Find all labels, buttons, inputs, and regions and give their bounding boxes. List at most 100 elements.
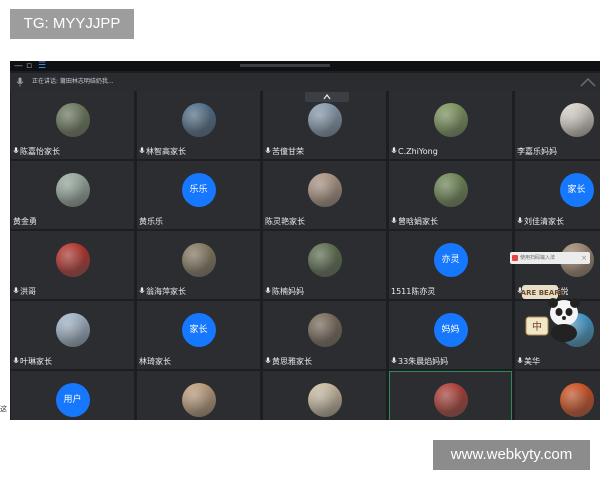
participant-name: 1511陈亦灵 [391,287,435,297]
avatar-photo [181,103,216,137]
menu-icon[interactable]: ☰ [38,61,46,71]
participant-name-text: 美华 [524,357,540,366]
participant-name-text: 林琦家长 [139,357,171,366]
participant-name: 黄思雅家长 [265,357,312,367]
avatar-photo [307,313,342,347]
participant-name: 黄乐乐 [139,217,163,227]
participant-tile[interactable]: 林智高家长 [137,91,260,159]
participant-tile[interactable] [389,371,512,420]
minimize-icon[interactable]: — [14,61,23,71]
avatar-photo [433,383,468,417]
participant-tile[interactable]: 翁海萍家长 [137,231,260,299]
participant-tile[interactable]: 亦灵 1511陈亦灵 [389,231,512,299]
avatar-photo [307,243,342,277]
microphone-icon [13,147,19,153]
participant-tile[interactable]: 用户 [11,371,134,420]
participant-name: 陈灵艳家长 [265,217,305,227]
input-method-popup[interactable]: 使用扫码输入法 × [510,252,590,264]
avatar-photo [307,103,342,137]
participant-name-text: 苦僮甘荣 [272,147,304,156]
microphone-icon [265,147,271,153]
microphone-icon [13,287,19,293]
participant-name: 黄金勇 [13,217,37,227]
avatar-photo [55,243,90,277]
participant-tile[interactable]: 陈嘉怡家长 [11,91,134,159]
avatar-photo [307,383,342,417]
avatar-photo [307,173,342,207]
website-watermark: www.webkyty.com [433,440,590,470]
speaking-text: 正在讲话: 莆田林志明结奶我... [32,78,114,85]
participant-name: 苦僮甘荣 [265,147,304,157]
microphone-icon [265,287,271,293]
participant-name-text: 1511陈亦灵 [391,287,436,296]
side-text: 这 [0,405,7,413]
participant-tile[interactable]: 陈灵艳家长 [263,161,386,229]
participant-name-text: 陈灵艳家长 [265,217,305,226]
restore-icon[interactable]: ▫ [26,61,32,71]
participant-tile[interactable]: 洪哥 [11,231,134,299]
participant-name-text: C.ZhiYong [398,147,438,156]
microphone-icon [391,357,397,363]
scroll-up-button[interactable] [305,92,349,102]
avatar-photo [55,173,90,207]
avatar: 妈妈 [433,313,468,347]
avatar-photo [55,103,90,137]
participant-name-text: 黄乐乐 [139,217,163,226]
avatar: 用户 [55,383,90,417]
avatar: 家长 [559,173,594,207]
participant-name: 曾晗娟家长 [391,217,438,227]
video-meeting-window: — ▫ ☰ 正在讲话: 莆田林志明结奶我... 陈嘉怡家长 林智高家长 苦僮甘荣 C.… [10,61,600,420]
speaking-indicator-bar: 正在讲话: 莆田林志明结奶我... [10,73,600,91]
participant-tile[interactable]: 曾晗娟家长 [389,161,512,229]
participant-tile[interactable] [263,371,386,420]
avatar-photo [559,103,594,137]
participant-tile[interactable]: 妈妈 33朱晨焰妈妈 [389,301,512,369]
microphone-icon [391,147,397,153]
participant-tile[interactable]: 黄思雅家长 [263,301,386,369]
participant-name-text: 洪哥 [20,287,36,296]
participant-name: 李嘉乐妈妈 [517,147,557,157]
microphone-icon [139,147,145,153]
participant-name: 翁海萍家长 [139,287,186,297]
microphone-icon [391,217,397,223]
participant-name-text: 林智高家长 [146,147,186,156]
participant-name: C.ZhiYong [391,147,438,157]
participant-name: 33朱晨焰妈妈 [391,357,448,367]
bear-sticker: BARE BEARS 中 [520,285,580,342]
participant-tile[interactable]: 叶琳家长 [11,301,134,369]
microphone-icon [13,357,19,363]
participant-tile[interactable]: 家长 林琦家长 [137,301,260,369]
avatar-photo [55,313,90,347]
avatar-photo [181,243,216,277]
avatar-photo [559,383,594,417]
participant-name: 刘佳清家长 [517,217,564,227]
microphone-icon [517,357,523,363]
participant-name-text: 叶琳家长 [20,357,52,366]
participant-name: 洪哥 [13,287,36,297]
participant-tile[interactable]: 李嘉乐妈妈 [515,91,600,159]
participant-tile[interactable]: 家长刘佳清家长 [515,161,600,229]
avatar-photo [433,103,468,137]
participant-name-text: 翁海萍家长 [146,287,186,296]
title-bar: — ▫ ☰ [10,61,600,71]
participant-name-text: 曾晗娟家长 [398,217,438,226]
participant-name-text: 黄思雅家长 [272,357,312,366]
participant-name: 林智高家长 [139,147,186,157]
microphone-icon [16,77,24,87]
participant-tile[interactable]: 乐乐黄乐乐 [137,161,260,229]
window-title-placeholder [240,64,330,67]
participant-tile[interactable]: C.ZhiYong [389,91,512,159]
participant-tile[interactable]: 陈楠妈妈 [263,231,386,299]
participant-name: 林琦家长 [139,357,171,367]
participant-name-text: 李嘉乐妈妈 [517,147,557,156]
participant-name: 美华 [517,357,540,367]
participant-tile[interactable]: 黄金勇 [11,161,134,229]
sticker-label: 中 [532,320,542,333]
participant-tile[interactable] [137,371,260,420]
chevron-up-icon [323,94,331,100]
microphone-icon [517,217,523,223]
participant-name: 叶琳家长 [13,357,52,367]
close-icon[interactable]: × [581,252,587,264]
avatar: 乐乐 [181,173,216,207]
participant-tile[interactable] [515,371,600,420]
